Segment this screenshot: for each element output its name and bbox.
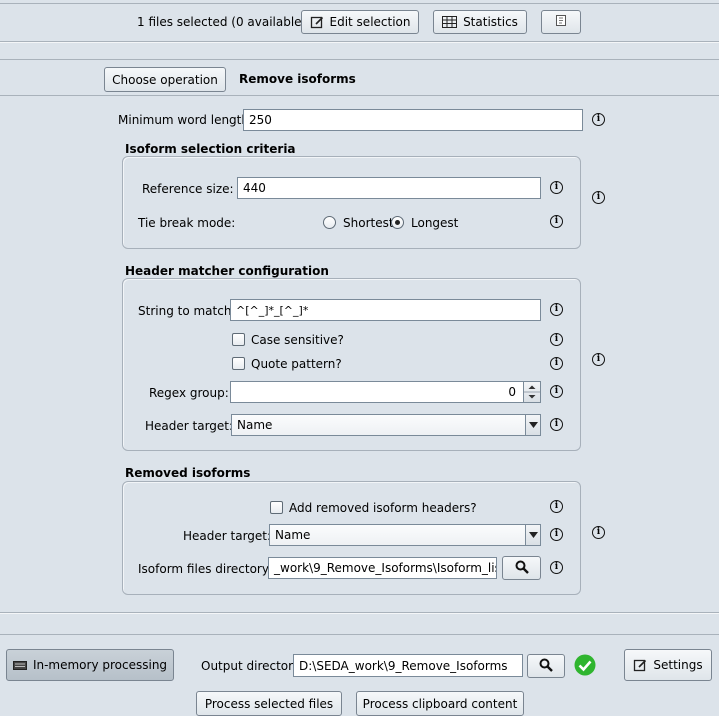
info-icon[interactable]: i: [550, 418, 563, 431]
header-matcher-title: Header matcher configuration: [125, 264, 329, 278]
search-icon: [515, 560, 529, 577]
check-circle-icon: [574, 654, 596, 676]
regex-group-spinner[interactable]: 0: [230, 381, 541, 403]
info-icon[interactable]: i: [592, 353, 605, 366]
info-icon[interactable]: i: [550, 181, 563, 194]
edit-selection-button[interactable]: Edit selection: [301, 10, 419, 34]
search-icon: [539, 658, 553, 675]
edit-icon: [633, 658, 647, 672]
regex-group-value: 0: [508, 385, 516, 399]
removed-isoforms-title: Removed isoforms: [125, 466, 251, 480]
string-to-match-value: ^[^_]*_[^_]*: [236, 303, 309, 317]
radio-longest[interactable]: [391, 216, 404, 229]
reference-size-input[interactable]: 440: [237, 177, 541, 199]
chevron-down-icon[interactable]: [525, 525, 540, 545]
header-target-select[interactable]: Name: [231, 414, 541, 436]
statistics-label: Statistics: [463, 15, 518, 29]
radio-longest-label: Longest: [411, 216, 459, 230]
statistics-button[interactable]: Statistics: [433, 10, 527, 34]
info-icon[interactable]: i: [550, 385, 563, 398]
info-icon[interactable]: i: [592, 113, 605, 126]
info-icon[interactable]: i: [550, 215, 563, 228]
info-icon[interactable]: i: [550, 561, 563, 574]
isoform-dir-value: _work\9_Remove_Isoforms\Isoform_list: [274, 561, 497, 575]
info-icon[interactable]: i: [550, 333, 563, 346]
output-directory-label: Output directory:: [201, 659, 304, 673]
string-to-match-input[interactable]: ^[^_]*_[^_]*: [230, 299, 541, 321]
add-removed-headers-checkbox[interactable]: [270, 501, 283, 514]
process-clipboard-button[interactable]: Process clipboard content: [356, 691, 524, 716]
clipboard-button[interactable]: [541, 10, 581, 34]
reference-size-value: 440: [243, 181, 266, 195]
browse-isoform-dir-button[interactable]: [502, 556, 541, 580]
table-icon: [442, 16, 458, 28]
process-selected-files-button[interactable]: Process selected files: [196, 691, 342, 716]
min-word-length-input[interactable]: 250: [243, 109, 583, 131]
tie-break-label: Tie break mode:: [138, 216, 236, 230]
in-memory-processing-label: In-memory processing: [32, 658, 168, 672]
process-selected-files-label: Process selected files: [204, 696, 334, 711]
keyboard-icon: [12, 660, 27, 670]
radio-shortest-label: Shortest: [343, 216, 394, 230]
string-to-match-label: String to match:: [138, 304, 236, 318]
chevron-down-icon[interactable]: [525, 415, 540, 435]
process-clipboard-label: Process clipboard content: [362, 696, 518, 711]
isoform-criteria-group: [122, 156, 581, 249]
isoform-dir-input[interactable]: _work\9_Remove_Isoforms\Isoform_list: [268, 557, 497, 579]
spinner-arrows-icon: [524, 385, 540, 399]
quote-pattern-label: Quote pattern?: [251, 357, 342, 371]
isoform-dir-label: Isoform files directory:: [138, 562, 273, 576]
regex-group-label: Regex group:: [149, 386, 229, 400]
isoform-criteria-title: Isoform selection criteria: [125, 142, 296, 156]
removed-header-target-value: Name: [275, 528, 311, 542]
case-sensitive-checkbox[interactable]: [232, 333, 245, 346]
choose-operation-button[interactable]: Choose operation: [104, 67, 226, 92]
current-operation-title: Remove isoforms: [239, 72, 356, 86]
in-memory-processing-toggle[interactable]: In-memory processing: [6, 649, 174, 681]
info-icon[interactable]: i: [550, 357, 563, 370]
info-icon[interactable]: i: [550, 500, 563, 513]
info-icon[interactable]: i: [592, 526, 605, 539]
case-sensitive-label: Case sensitive?: [251, 333, 344, 347]
quote-pattern-checkbox[interactable]: [232, 357, 245, 370]
output-directory-value: D:\SEDA_work\9_Remove_Isoforms: [299, 658, 508, 673]
settings-label: Settings: [653, 658, 703, 672]
radio-shortest[interactable]: [323, 216, 336, 229]
edit-icon: [310, 15, 324, 29]
clipboard-icon: [556, 15, 566, 29]
info-icon[interactable]: i: [550, 303, 563, 316]
info-icon[interactable]: i: [592, 191, 605, 204]
settings-button[interactable]: Settings: [624, 649, 712, 681]
edit-selection-label: Edit selection: [329, 15, 411, 29]
removed-header-target-select[interactable]: Name: [269, 524, 541, 546]
browse-output-dir-button[interactable]: [527, 654, 565, 678]
header-target-label: Header target:: [145, 419, 234, 433]
files-selected-status: 1 files selected (0 available): [137, 15, 307, 29]
header-target-value: Name: [237, 418, 273, 432]
removed-header-target-label: Header target:: [183, 529, 272, 543]
spinner-buttons[interactable]: [523, 382, 540, 402]
reference-size-label: Reference size:: [142, 182, 234, 196]
add-removed-headers-label: Add removed isoform headers?: [289, 501, 477, 515]
output-directory-input[interactable]: D:\SEDA_work\9_Remove_Isoforms: [293, 654, 523, 677]
info-icon[interactable]: i: [550, 528, 563, 541]
min-word-length-label: Minimum word length:: [118, 113, 254, 127]
choose-operation-label: Choose operation: [112, 72, 218, 87]
min-word-length-value: 250: [249, 113, 272, 127]
